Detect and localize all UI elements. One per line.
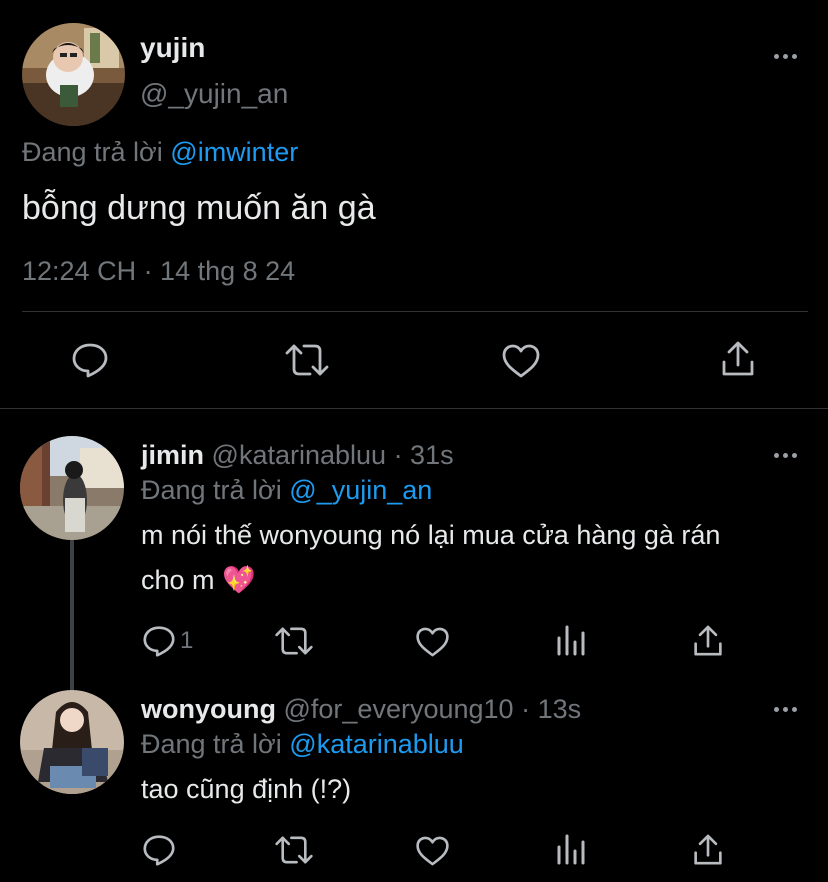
- main-timestamp[interactable]: 12:24 CH · 14 thg 8 24: [22, 256, 295, 287]
- main-reply-line: Đang trả lời @imwinter: [22, 137, 298, 168]
- section-divider: [0, 408, 828, 409]
- heart-icon[interactable]: [501, 343, 541, 379]
- reply-to-link[interactable]: @_yujin_an: [289, 475, 432, 505]
- reply-to-link[interactable]: @katarinabluu: [289, 729, 464, 759]
- reply-prefix: Đang trả lời: [141, 729, 282, 759]
- reply1-handle[interactable]: @katarinabluu: [212, 440, 387, 470]
- divider: [22, 311, 808, 312]
- reply2-reply-line: Đang trả lời @katarinabluu: [141, 729, 464, 760]
- avatar-wonyoung[interactable]: [20, 690, 124, 794]
- more-icon[interactable]: [774, 707, 797, 712]
- share-icon[interactable]: [693, 833, 723, 867]
- avatar-yujin[interactable]: [22, 23, 125, 126]
- more-icon[interactable]: [774, 54, 797, 59]
- analytics-icon[interactable]: [556, 624, 586, 656]
- comment-icon[interactable]: [71, 342, 109, 378]
- reply1-reply-line: Đang trả lời @_yujin_an: [141, 475, 432, 506]
- retweet-icon[interactable]: [284, 343, 330, 377]
- reply1-time: · 31s: [393, 440, 454, 470]
- retweet-icon[interactable]: [274, 835, 314, 865]
- reply1-text-line2: cho m 💖: [141, 564, 256, 596]
- thread-line: [70, 540, 74, 690]
- reply1-text-cho: cho m: [141, 565, 215, 595]
- reply-prefix: Đang trả lời: [141, 475, 282, 505]
- heart-icon[interactable]: [415, 626, 450, 658]
- reply2-display-name[interactable]: wonyoung: [141, 694, 276, 724]
- main-handle[interactable]: @_yujin_an: [140, 78, 288, 110]
- reply2-handle[interactable]: @for_everyoung10: [284, 694, 514, 724]
- reply2-time: · 13s: [521, 694, 582, 724]
- share-icon[interactable]: [721, 340, 755, 378]
- analytics-icon[interactable]: [556, 833, 586, 865]
- retweet-icon[interactable]: [274, 626, 314, 656]
- reply-count: 1: [180, 627, 194, 654]
- comment-icon[interactable]: [142, 834, 176, 866]
- reply1-text-line1: m nói thế wonyoung nó lại mua cửa hàng g…: [141, 520, 721, 550]
- reply2-header: wonyoung @for_everyoung10 · 13s: [141, 694, 581, 725]
- more-icon[interactable]: [774, 453, 797, 458]
- comment-icon[interactable]: [142, 625, 176, 657]
- heart-icon[interactable]: [415, 835, 450, 867]
- reply1-header: jimin @katarinabluu · 31s: [141, 440, 454, 471]
- reply2-text: tao cũng định (!?): [141, 774, 352, 804]
- reply-to-link[interactable]: @imwinter: [170, 137, 298, 167]
- main-display-name[interactable]: yujin: [140, 32, 205, 64]
- avatar-jimin[interactable]: [20, 436, 124, 540]
- heart-emoji: 💖: [222, 565, 256, 595]
- share-icon[interactable]: [693, 624, 723, 658]
- reply-prefix: Đang trả lời: [22, 137, 163, 167]
- main-tweet-text: bỗng dưng muốn ăn gà: [22, 189, 376, 227]
- reply1-display-name[interactable]: jimin: [141, 440, 204, 470]
